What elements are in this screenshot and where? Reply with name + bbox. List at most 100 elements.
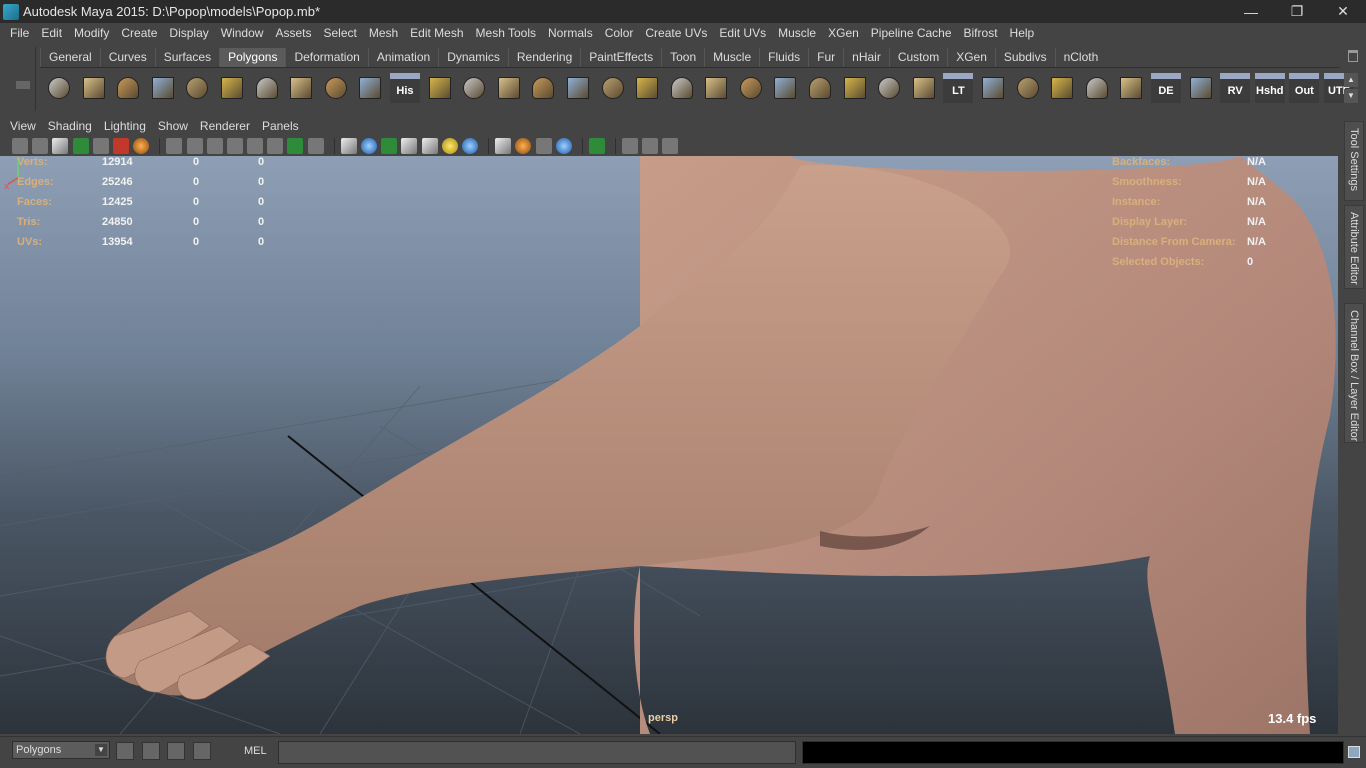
shelf-tab-general[interactable]: General <box>40 48 100 67</box>
tab-attribute-editor[interactable]: Attribute Editor <box>1344 205 1364 289</box>
mel-label[interactable]: MEL <box>244 745 267 757</box>
poly-plane-icon[interactable] <box>182 73 212 103</box>
script-editor-icon[interactable] <box>1348 746 1360 758</box>
isolate-icon[interactable] <box>267 137 284 154</box>
shelf-tab-fur[interactable]: Fur <box>808 48 843 67</box>
outliner-icon[interactable] <box>142 742 160 760</box>
sphere-light-icon[interactable] <box>461 137 478 154</box>
light-icon[interactable] <box>909 73 939 103</box>
select-camera-icon[interactable] <box>12 137 28 154</box>
shelf-tab-nhair[interactable]: nHair <box>843 48 889 67</box>
transform-icon[interactable] <box>874 73 904 103</box>
shadows-icon[interactable] <box>247 137 264 154</box>
uv-layout-icon[interactable] <box>1047 73 1077 103</box>
menu-assets[interactable]: Assets <box>269 23 317 43</box>
menu-xgen[interactable]: XGen <box>822 23 865 43</box>
panel-menu-renderer[interactable]: Renderer <box>194 119 256 133</box>
menu-window[interactable]: Window <box>215 23 270 43</box>
tab-tool-settings[interactable]: Tool Settings <box>1344 121 1364 201</box>
poly-cylinder-icon[interactable] <box>113 73 143 103</box>
menu-display[interactable]: Display <box>163 23 214 43</box>
hshd-icon[interactable]: Hshd <box>1254 73 1285 103</box>
viewport-persp[interactable]: Verts: 12914 0 0 Edges: 25246 0 0 Faces: 12425 0 0 T… <box>0 156 1338 734</box>
rv-icon[interactable]: RV <box>1220 73 1251 103</box>
sculpt-icon[interactable] <box>736 73 766 103</box>
bevel-icon[interactable] <box>701 73 731 103</box>
poly-cube-icon[interactable] <box>79 73 109 103</box>
wireframe-icon[interactable] <box>805 73 835 103</box>
shelf-tab-fluids[interactable]: Fluids <box>759 48 808 67</box>
hud-toggle-icon[interactable] <box>495 137 512 154</box>
menu-select[interactable]: Select <box>317 23 362 43</box>
menu-edit[interactable]: Edit <box>35 23 68 43</box>
shelf-tab-curves[interactable]: Curves <box>99 48 155 67</box>
smooth-shading-icon[interactable] <box>186 137 203 154</box>
shelf-tab-animation[interactable]: Animation <box>367 48 438 67</box>
lights-icon[interactable] <box>226 137 243 154</box>
camera-attr-icon[interactable] <box>32 137 49 154</box>
poly-helix-icon[interactable] <box>321 73 351 103</box>
uv-cut-icon[interactable] <box>1116 73 1146 103</box>
append-polygon-icon[interactable] <box>494 73 524 103</box>
out-icon[interactable]: Out <box>1289 73 1320 103</box>
poly-torus-icon[interactable] <box>217 73 247 103</box>
shelf-tab-polygons[interactable]: Polygons <box>219 48 286 67</box>
shelf-tab-rendering[interactable]: Rendering <box>507 48 580 67</box>
panel-menu-panels[interactable]: Panels <box>256 119 305 133</box>
menu-create[interactable]: Create <box>115 23 163 43</box>
menu-color[interactable]: Color <box>599 23 640 43</box>
maximize-button[interactable]: ❐ <box>1274 0 1320 23</box>
menu-muscle[interactable]: Muscle <box>772 23 822 43</box>
panel-menu-lighting[interactable]: Lighting <box>98 119 152 133</box>
shelf-tab-dynamics[interactable]: Dynamics <box>438 48 508 67</box>
layout-icon[interactable] <box>167 742 185 760</box>
text-icon[interactable] <box>307 137 324 154</box>
command-input[interactable] <box>278 741 796 764</box>
shelf-tab-subdivs[interactable]: Subdivs <box>994 48 1055 67</box>
shelf-tab-custom[interactable]: Custom <box>888 48 947 67</box>
textured-icon[interactable] <box>206 137 223 154</box>
tab-channel-box[interactable]: Channel Box / Layer Editor <box>1344 303 1364 443</box>
solid-cube-icon[interactable] <box>361 137 377 154</box>
extrude-icon[interactable] <box>425 73 455 103</box>
close-button[interactable]: ✕ <box>1320 0 1366 23</box>
shelf-scroll-up-icon[interactable]: ▲ <box>1344 73 1358 87</box>
shelf-scroll-down-icon[interactable]: ▼ <box>1344 89 1358 103</box>
image-plane-icon[interactable] <box>72 137 89 154</box>
antialias-icon[interactable] <box>555 137 572 154</box>
panel-menu-show[interactable]: Show <box>152 119 194 133</box>
checker-icon[interactable] <box>421 137 438 154</box>
menu-edit-mesh[interactable]: Edit Mesh <box>404 23 469 43</box>
menu-mesh[interactable]: Mesh <box>363 23 404 43</box>
trash-icon[interactable] <box>1348 50 1358 62</box>
poly-sphere-icon[interactable] <box>44 73 74 103</box>
default-light-icon[interactable] <box>441 137 458 154</box>
ambient-occlusion-icon[interactable] <box>515 137 532 154</box>
select-highlight-icon[interactable] <box>588 137 605 154</box>
menu-normals[interactable]: Normals <box>542 23 599 43</box>
split-polygon-icon[interactable] <box>528 73 558 103</box>
insert-edge-loop-icon[interactable] <box>563 73 593 103</box>
menu-file[interactable]: File <box>4 23 35 43</box>
script-editor-list-icon[interactable] <box>193 742 211 760</box>
shelf-tab-xgen[interactable]: XGen <box>947 48 995 67</box>
shelf-tab-ncloth[interactable]: nCloth <box>1054 48 1107 67</box>
uv-unfold-icon[interactable] <box>1013 73 1043 103</box>
uv-grid-icon[interactable] <box>1186 73 1216 103</box>
wireframe-shading-icon[interactable] <box>166 137 183 154</box>
minimize-button[interactable]: — <box>1228 0 1274 23</box>
shelf-tab-deformation[interactable]: Deformation <box>285 48 367 67</box>
de-icon[interactable]: DE <box>1151 73 1181 103</box>
combine-icon[interactable] <box>667 73 697 103</box>
pivot-icon[interactable] <box>840 73 870 103</box>
panel-menu-view[interactable]: View <box>4 119 42 133</box>
bookmark-icon[interactable] <box>52 137 69 154</box>
history-icon[interactable]: His <box>389 73 420 103</box>
shelf-tab-toon[interactable]: Toon <box>661 48 704 67</box>
shelf-tab-muscle[interactable]: Muscle <box>704 48 759 67</box>
menu-set-select[interactable]: Polygons ▼ <box>12 741 110 759</box>
lt-icon[interactable]: LT <box>943 73 974 103</box>
shelf-handle[interactable] <box>10 47 36 111</box>
poly-pyramid-icon[interactable] <box>252 73 282 103</box>
uv-select-icon[interactable] <box>1082 73 1112 103</box>
